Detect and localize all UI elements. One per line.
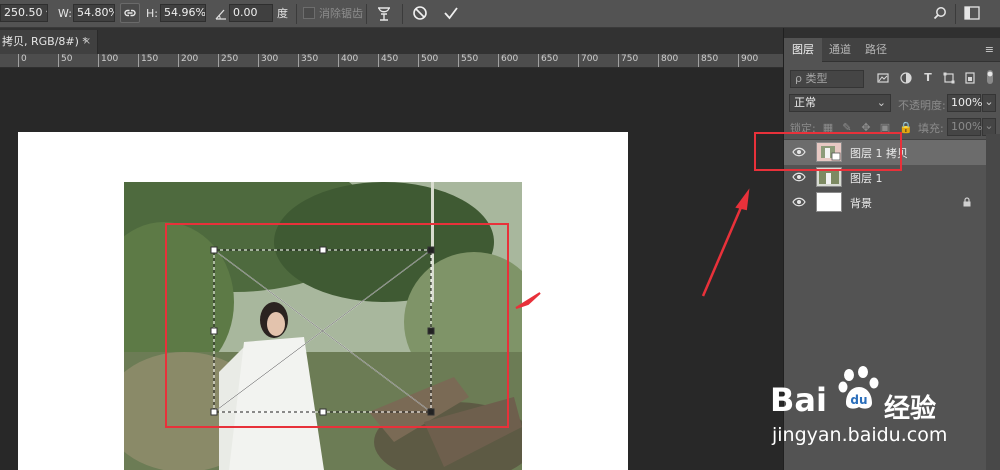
svg-text:du: du	[850, 393, 867, 407]
baidu-paw-icon: du	[838, 366, 879, 409]
arrow-to-canvas	[515, 292, 541, 309]
photoshop-window: 250.50 像 W: 54.80% H: 54.96% 0.00 度 消除锯齿…	[0, 0, 1000, 470]
baidu-watermark-jingyan: 经验	[884, 394, 937, 424]
baidu-watermark-brand: Bai	[770, 381, 827, 419]
arrow-to-layer-shaft	[701, 204, 744, 297]
baidu-watermark-text: Bai	[770, 381, 827, 419]
arrow-to-layer-head	[735, 188, 750, 211]
baidu-watermark-url: jingyan.baidu.com	[772, 424, 948, 446]
